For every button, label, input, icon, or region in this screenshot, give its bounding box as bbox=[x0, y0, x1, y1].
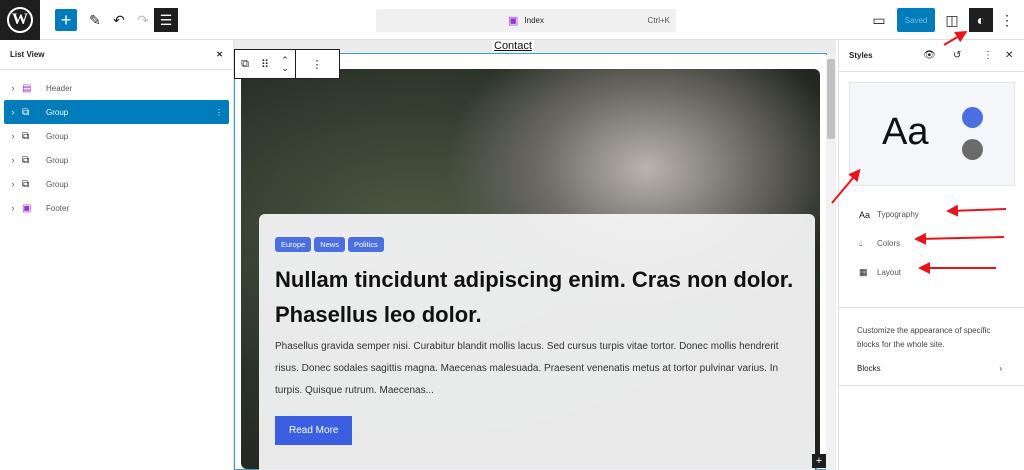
chevron-right-icon: › bbox=[999, 364, 1002, 373]
group-block-icon[interactable]: ⧉ bbox=[235, 58, 255, 71]
group-block-icon: ⧉ bbox=[22, 178, 30, 190]
chevron-right-icon[interactable]: › bbox=[4, 203, 22, 213]
more-options-icon[interactable]: ⋮ bbox=[307, 58, 327, 71]
list-item-label: Group bbox=[46, 107, 69, 117]
saved-button[interactable]: Saved bbox=[897, 8, 935, 32]
shortcut-label: Ctrl+K bbox=[647, 16, 670, 25]
redo-icon[interactable]: ↷ bbox=[132, 9, 154, 31]
group-block-icon: ⧉ bbox=[22, 130, 30, 142]
footer-block-icon: ▣ bbox=[22, 202, 32, 214]
desktop-preview-icon[interactable]: ▭ bbox=[868, 9, 890, 31]
close-icon[interactable]: ✕ bbox=[1005, 50, 1013, 61]
command-label: Index bbox=[524, 16, 544, 25]
droplet-icon: 💧︎ bbox=[859, 238, 863, 248]
list-item-label: Footer bbox=[46, 203, 70, 213]
add-block-button[interactable]: + bbox=[55, 9, 77, 31]
list-item-group[interactable]: › ⧉ Group bbox=[4, 148, 229, 172]
options-icon[interactable]: ⋮ bbox=[996, 9, 1018, 31]
more-options-icon[interactable]: ⋮ bbox=[215, 108, 223, 117]
tag-europe[interactable]: Europe bbox=[275, 237, 312, 252]
undo-icon[interactable]: ↶ bbox=[108, 9, 130, 31]
list-item-group[interactable]: › ⧉ Group bbox=[4, 172, 229, 196]
selected-group-block[interactable]: Europe News Politics Nullam tincidunt adip… bbox=[234, 53, 827, 470]
layout-icon: ▦ bbox=[859, 267, 868, 277]
styles-title: Styles bbox=[849, 51, 873, 60]
colors-menu-item[interactable]: 💧︎ Colors bbox=[859, 229, 1004, 258]
canvas-scrollbar[interactable] bbox=[826, 55, 836, 470]
chevron-right-icon[interactable]: › bbox=[4, 155, 22, 165]
list-item-group[interactable]: › ⧉ Group bbox=[4, 124, 229, 148]
menu-label: Colors bbox=[877, 239, 901, 248]
revisions-icon[interactable]: ↺ bbox=[953, 50, 961, 61]
chevron-right-icon[interactable]: › bbox=[4, 179, 22, 189]
menu-label: Layout bbox=[877, 268, 902, 277]
primary-color-swatch bbox=[962, 107, 983, 128]
list-item-label: Group bbox=[46, 131, 69, 141]
template-icon: ▣ bbox=[508, 15, 519, 27]
drag-handle-icon[interactable]: ⠿ bbox=[255, 58, 275, 71]
chevron-right-icon[interactable]: › bbox=[4, 131, 22, 141]
editor-canvas[interactable]: Europe News Politics Nullam tincidunt adip… bbox=[234, 40, 836, 470]
list-item-group-selected[interactable]: › ⧉ Group ⋮ bbox=[4, 100, 229, 124]
chevron-right-icon[interactable]: › bbox=[4, 107, 22, 117]
settings-sidebar-icon[interactable]: ◫ bbox=[941, 9, 963, 31]
list-item-label: Group bbox=[46, 155, 69, 165]
layout-menu-item[interactable]: ▦ Layout bbox=[859, 258, 1004, 287]
chevron-right-icon[interactable]: › bbox=[4, 83, 22, 93]
read-more-button[interactable]: Read More bbox=[275, 416, 353, 445]
blocks-menu-item[interactable]: Blocks › bbox=[839, 352, 1024, 373]
tag-news[interactable]: News bbox=[314, 237, 345, 252]
list-item-header[interactable]: › ▤ Header bbox=[4, 76, 229, 100]
eye-icon[interactable]: 👁 bbox=[923, 50, 936, 61]
list-item-label: Header bbox=[46, 83, 73, 93]
post-excerpt: Phasellus gravida semper nisi. Curabitur… bbox=[275, 341, 779, 396]
contact-link[interactable]: Contact bbox=[492, 40, 534, 52]
list-item-footer[interactable]: › ▣ Footer bbox=[4, 196, 229, 220]
block-toolbar: ⧉ ⠿ ⌃ ⌄ ⋮ bbox=[234, 49, 340, 79]
menu-label: Typography bbox=[877, 210, 919, 219]
close-icon[interactable]: ✕ bbox=[216, 50, 223, 59]
list-view-button[interactable]: ☰ bbox=[154, 8, 178, 32]
list-view-panel: List View ✕ › ▤ Header › ⧉ Group ⋮ › ⧉ Group › ⧉ G… bbox=[0, 40, 234, 470]
post-card: Europe News Politics Nullam tincidunt adip… bbox=[259, 214, 815, 470]
list-item-label: Group bbox=[46, 179, 69, 189]
cover-image: Europe News Politics Nullam tincidunt adip… bbox=[241, 69, 820, 470]
blocks-description: Customize the appearance of specific blo… bbox=[857, 326, 991, 349]
typography-menu-item[interactable]: Aa Typography bbox=[859, 200, 1004, 229]
add-block-inline-button[interactable]: + bbox=[812, 454, 826, 468]
style-preview[interactable]: Aa bbox=[849, 82, 1015, 186]
secondary-color-swatch bbox=[962, 139, 983, 160]
tag-politics[interactable]: Politics bbox=[347, 237, 384, 252]
list-view-title: List View bbox=[10, 50, 45, 59]
command-palette[interactable]: ▣ Index Ctrl+K bbox=[376, 9, 676, 32]
preview-text: Aa bbox=[882, 111, 929, 153]
styles-button[interactable]: ◐ bbox=[969, 8, 993, 32]
blocks-label: Blocks bbox=[857, 364, 881, 373]
group-block-icon: ⧉ bbox=[22, 106, 30, 118]
wordpress-logo-button[interactable]: W bbox=[0, 0, 40, 40]
pencil-icon[interactable]: ✎ bbox=[84, 9, 106, 31]
move-up-down-icon[interactable]: ⌃ ⌄ bbox=[275, 56, 295, 73]
styles-panel: Styles 👁 ↺ ⋮ ✕ Aa Aa Typography 💧︎ Colors … bbox=[838, 40, 1024, 470]
top-toolbar: W + ✎ ↶ ↷ ☰ ▣ Index Ctrl+K ▭ Saved ◫ ◐ ⋮ bbox=[0, 0, 1024, 40]
post-title: Nullam tincidunt adipiscing enim. Cras n… bbox=[275, 267, 794, 327]
more-options-icon[interactable]: ⋮ bbox=[983, 50, 993, 61]
header-block-icon: ▤ bbox=[22, 82, 32, 94]
typography-icon: Aa bbox=[859, 209, 871, 220]
group-block-icon: ⧉ bbox=[22, 154, 30, 166]
